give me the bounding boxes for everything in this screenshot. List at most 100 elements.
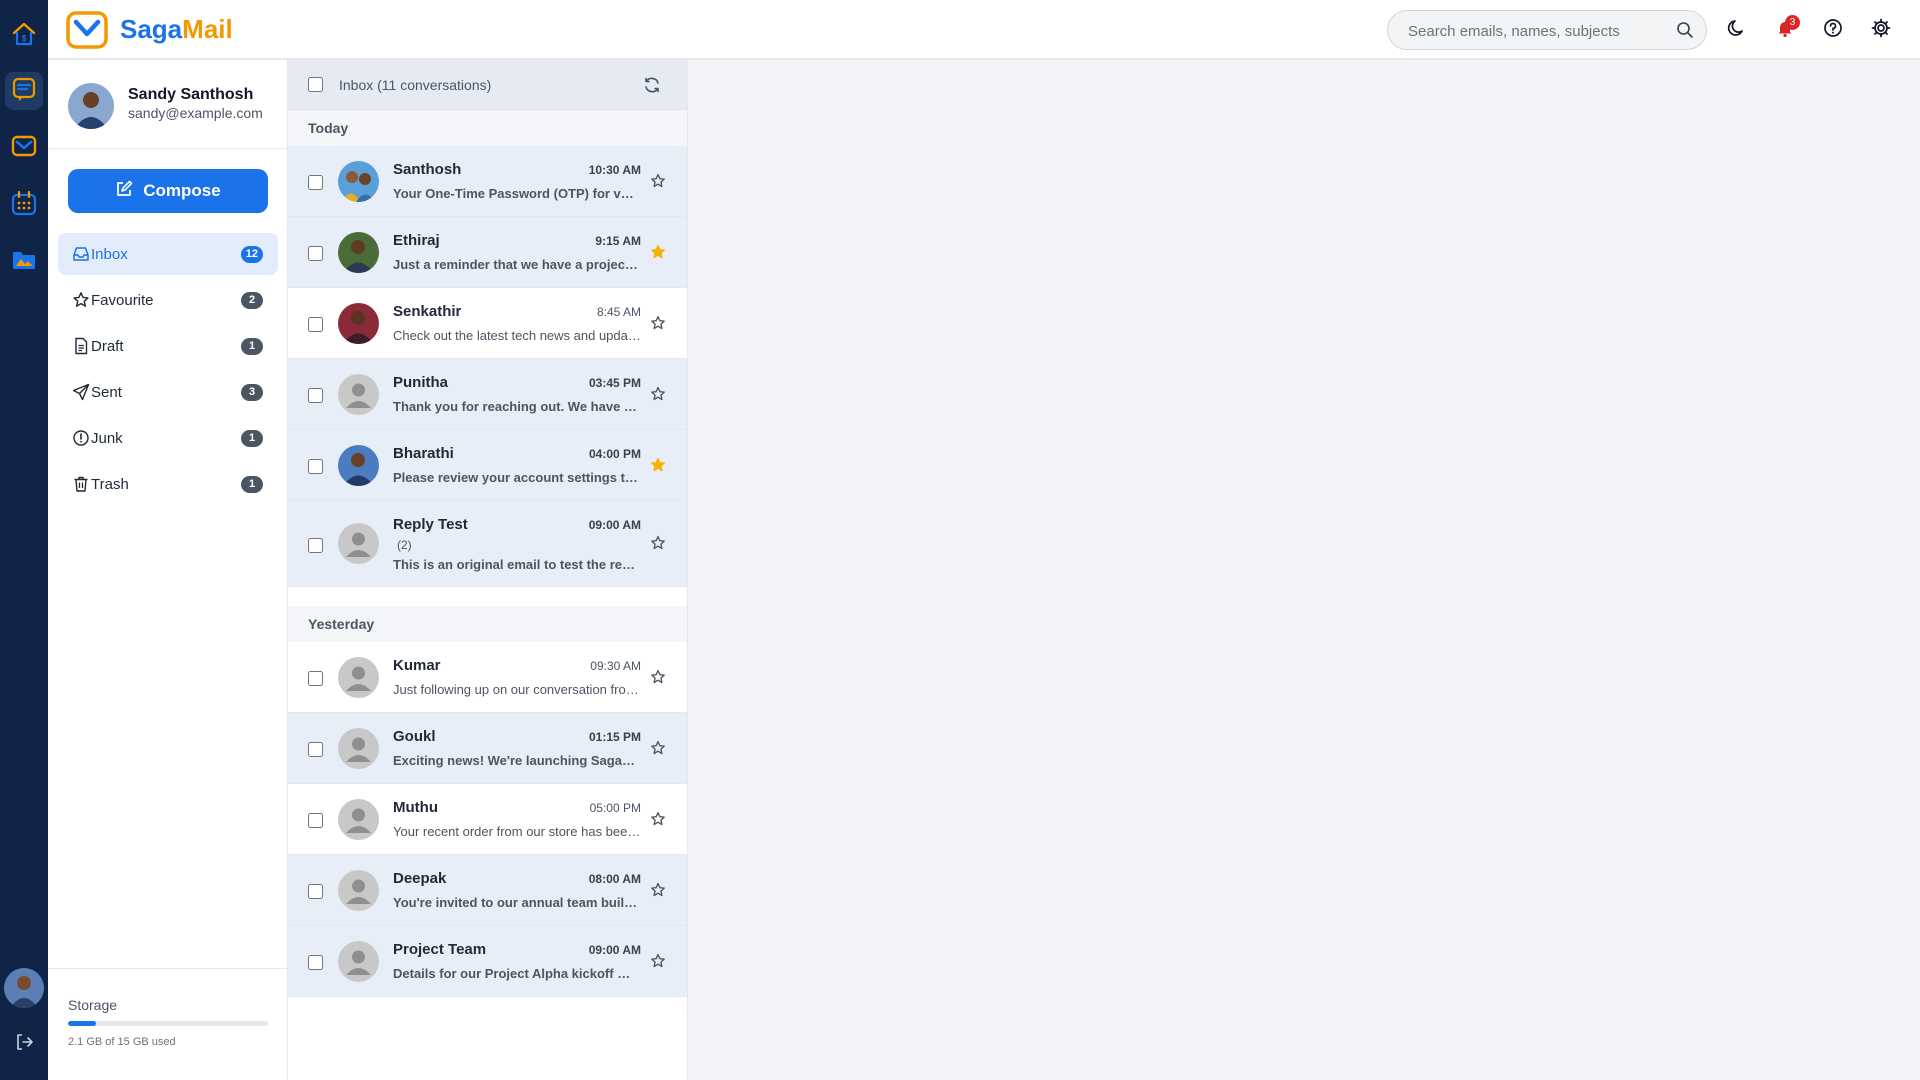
folder-trash[interactable]: Trash 1	[58, 463, 278, 505]
email-row[interactable]: Goukl 01:15 PM Exciting news! We're laun…	[288, 713, 687, 784]
email-sender: Ethiraj	[393, 232, 440, 249]
moon-icon	[1727, 18, 1747, 43]
email-row[interactable]: Bharathi 04:00 PM Please review your acc…	[288, 430, 687, 501]
user-name: Sandy Santhosh	[128, 86, 254, 103]
email-select-checkbox[interactable]	[308, 671, 323, 686]
star-outline-icon[interactable]	[649, 739, 667, 757]
folder-count-badge: 12	[240, 246, 263, 263]
star-filled-icon[interactable]	[649, 243, 667, 261]
email-preview: Please review your account settings to k…	[393, 470, 641, 485]
email-select-checkbox[interactable]	[308, 459, 323, 474]
email-time: 10:30 AM	[588, 163, 641, 177]
folder-cloud-icon	[10, 245, 38, 278]
settings-button[interactable]	[1869, 18, 1893, 42]
sender-avatar	[338, 445, 379, 486]
search-box	[1387, 10, 1707, 50]
default-avatar-icon	[338, 374, 379, 415]
mail-icon	[10, 132, 38, 165]
email-select-checkbox[interactable]	[308, 246, 323, 261]
rail-chat-button[interactable]	[5, 72, 43, 110]
svg-text:$: $	[22, 34, 27, 43]
default-avatar-icon	[338, 870, 379, 911]
email-preview: You're invited to our annual team buildi…	[393, 895, 641, 910]
group-header-today: Today	[288, 110, 687, 146]
folder-count-badge: 2	[241, 292, 263, 309]
select-all-checkbox[interactable]	[308, 77, 323, 92]
star-outline-icon[interactable]	[649, 314, 667, 332]
star-outline-icon[interactable]	[649, 172, 667, 190]
star-icon	[72, 291, 90, 309]
folder-count-badge: 1	[241, 476, 263, 493]
rail-home-button[interactable]: $	[5, 17, 43, 55]
email-row[interactable]: Project Team 09:00 AM Details for our Pr…	[288, 926, 687, 997]
user-email: sandy@example.com	[128, 105, 263, 121]
dark-mode-toggle[interactable]	[1725, 18, 1749, 42]
email-row[interactable]: Reply Test 09:00 AM (2) This is an origi…	[288, 501, 687, 587]
folder-count-badge: 1	[241, 430, 263, 447]
brand-part2: Mail	[182, 14, 233, 44]
search-input[interactable]	[1408, 20, 1668, 42]
help-button[interactable]	[1821, 18, 1845, 42]
folder-favourite[interactable]: Favourite 2	[58, 279, 278, 321]
email-sender: Kumar	[393, 657, 441, 674]
email-preview: This is an original email to test the re…	[393, 557, 641, 572]
star-filled-icon[interactable]	[649, 456, 667, 474]
rail-calendar-button[interactable]	[5, 186, 43, 224]
sender-avatar	[338, 232, 379, 273]
email-time: 9:15 AM	[595, 234, 641, 248]
email-row[interactable]: Ethiraj 9:15 AM Just a reminder that we …	[288, 217, 687, 288]
folder-count-badge: 1	[241, 338, 263, 355]
email-row[interactable]: Senkathir 8:45 AM Check out the latest t…	[288, 288, 687, 359]
chat-icon	[10, 75, 38, 108]
email-select-checkbox[interactable]	[308, 813, 323, 828]
sender-avatar	[338, 161, 379, 202]
star-outline-icon[interactable]	[649, 881, 667, 899]
email-time: 01:15 PM	[588, 730, 641, 744]
email-select-checkbox[interactable]	[308, 388, 323, 403]
compose-button[interactable]: Compose	[68, 169, 268, 213]
star-outline-icon[interactable]	[649, 810, 667, 828]
email-list-pane: Inbox (11 conversations) Today Santhosh …	[288, 60, 688, 1080]
star-outline-icon[interactable]	[649, 534, 667, 552]
refresh-button[interactable]	[642, 75, 662, 95]
folder-draft[interactable]: Draft 1	[58, 325, 278, 367]
rail-mail-button[interactable]	[5, 129, 43, 167]
notifications-button[interactable]: 3	[1773, 15, 1800, 42]
email-preview: Just following up on our conversation fr…	[393, 682, 641, 697]
star-outline-icon[interactable]	[649, 952, 667, 970]
rail-drive-button[interactable]	[5, 242, 43, 280]
inbox-conversation-count: Inbox (11 conversations)	[339, 77, 492, 93]
email-select-checkbox[interactable]	[308, 742, 323, 757]
email-time: 09:00 AM	[588, 943, 641, 957]
email-row[interactable]: Punitha 03:45 PM Thank you for reaching …	[288, 359, 687, 430]
email-list-header: Inbox (11 conversations)	[288, 60, 687, 110]
group-header-yesterday: Yesterday	[288, 606, 687, 642]
folder-junk[interactable]: Junk 1	[58, 417, 278, 459]
storage-progress-bar	[68, 1021, 268, 1026]
reading-pane-empty	[689, 62, 1920, 1080]
calendar-icon	[10, 189, 38, 222]
app-rail: $	[0, 0, 48, 1080]
search-icon[interactable]	[1676, 21, 1694, 44]
rail-user-avatar[interactable]	[4, 968, 44, 1008]
user-avatar[interactable]	[68, 83, 114, 129]
email-select-checkbox[interactable]	[308, 955, 323, 970]
folder-sent[interactable]: Sent 3	[58, 371, 278, 413]
email-select-checkbox[interactable]	[308, 884, 323, 899]
folder-count-badge: 3	[241, 384, 263, 401]
email-sender: Punitha	[393, 374, 448, 391]
email-sender: Goukl	[393, 728, 436, 745]
email-preview: Your recent order from our store has bee…	[393, 824, 641, 839]
star-outline-icon[interactable]	[649, 385, 667, 403]
email-preview: Thank you for reaching out. We have rece…	[393, 399, 641, 414]
email-select-checkbox[interactable]	[308, 175, 323, 190]
star-outline-icon[interactable]	[649, 668, 667, 686]
email-row[interactable]: Santhosh 10:30 AM Your One-Time Password…	[288, 146, 687, 217]
email-row[interactable]: Muthu 05:00 PM Your recent order from ou…	[288, 784, 687, 855]
folder-inbox[interactable]: Inbox 12	[58, 233, 278, 275]
email-select-checkbox[interactable]	[308, 317, 323, 332]
email-row[interactable]: Kumar 09:30 AM Just following up on our …	[288, 642, 687, 713]
email-row[interactable]: Deepak 08:00 AM You're invited to our an…	[288, 855, 687, 926]
email-select-checkbox[interactable]	[308, 538, 323, 553]
logout-button[interactable]	[12, 1032, 36, 1056]
